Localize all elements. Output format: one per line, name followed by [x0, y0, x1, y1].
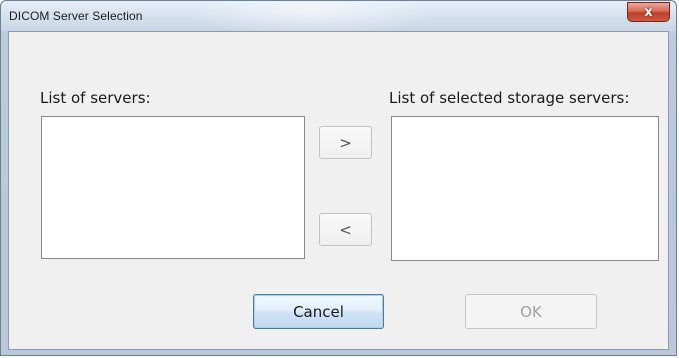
ok-button-label: OK: [520, 302, 542, 321]
ok-button[interactable]: OK: [465, 294, 597, 329]
window-title: DICOM Server Selection: [9, 9, 143, 23]
title-bar[interactable]: DICOM Server Selection x: [1, 1, 676, 31]
remove-server-label: <: [339, 220, 352, 239]
remove-server-button[interactable]: <: [319, 213, 372, 246]
dialog-window: DICOM Server Selection x List of servers…: [0, 0, 677, 356]
add-server-button[interactable]: >: [319, 126, 372, 159]
servers-list-label: List of servers:: [40, 89, 151, 107]
close-icon: x: [644, 4, 653, 20]
close-button[interactable]: x: [627, 2, 670, 22]
add-server-label: >: [339, 133, 352, 152]
servers-listbox[interactable]: [41, 116, 305, 259]
selected-servers-listbox[interactable]: [391, 116, 659, 261]
dialog-client-area: List of servers: > < List of selected st…: [8, 31, 669, 350]
cancel-button[interactable]: Cancel: [253, 294, 384, 329]
cancel-button-label: Cancel: [293, 302, 344, 321]
selected-servers-label: List of selected storage servers:: [389, 89, 630, 107]
